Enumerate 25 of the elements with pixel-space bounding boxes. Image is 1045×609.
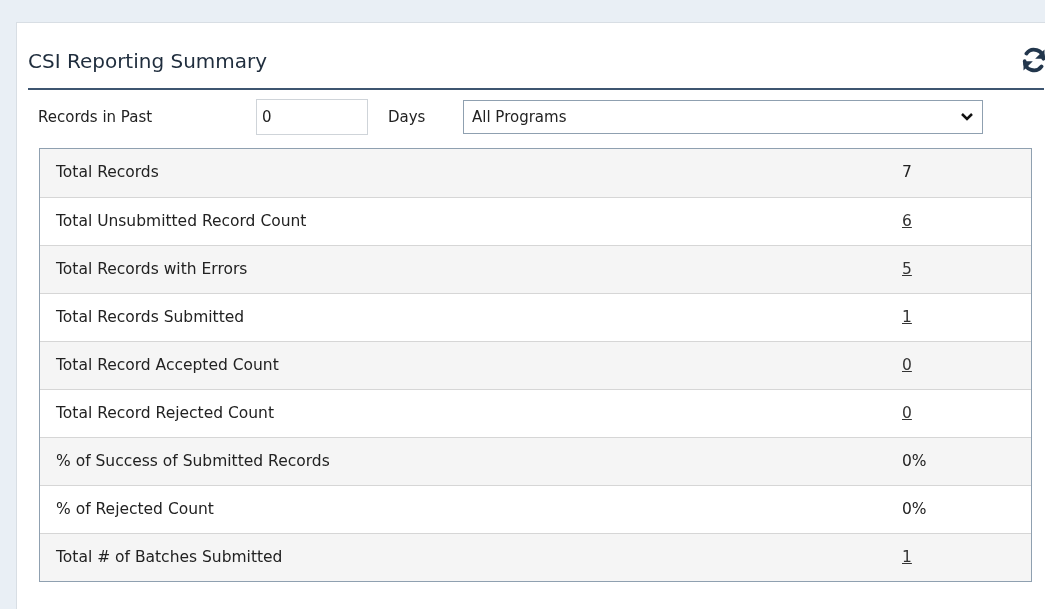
row-label: Total # of Batches Submitted — [56, 546, 284, 568]
refresh-icon[interactable] — [1020, 45, 1045, 74]
panel-title: CSI Reporting Summary — [28, 47, 268, 75]
count-link[interactable]: 0 — [902, 401, 912, 426]
row-label: % of Success of Submitted Records — [56, 450, 331, 472]
row-label: Total Records Submitted — [56, 306, 246, 328]
chevron-down-icon — [960, 112, 974, 122]
count-link[interactable]: 1 — [902, 545, 912, 570]
days-input[interactable]: 0 — [256, 99, 368, 135]
count-link[interactable]: 1 — [902, 305, 912, 330]
days-label: Days — [388, 106, 427, 128]
row-label: Total Record Rejected Count — [56, 402, 275, 424]
records-in-past-label: Records in Past — [38, 106, 154, 128]
row-value: 0% — [902, 450, 927, 472]
row-value: 7 — [902, 162, 912, 184]
row-label: % of Rejected Count — [56, 498, 215, 520]
row-label: Total Records — [56, 162, 160, 184]
row-label: Total Record Accepted Count — [56, 354, 280, 376]
program-dropdown[interactable]: All Programs — [463, 100, 983, 134]
count-link[interactable]: 5 — [902, 257, 912, 282]
count-link[interactable]: 6 — [902, 209, 912, 234]
count-link[interactable]: 0 — [902, 353, 912, 378]
row-label: Total Unsubmitted Record Count — [56, 210, 308, 232]
row-value: 0% — [902, 498, 927, 520]
row-label: Total Records with Errors — [56, 258, 249, 280]
